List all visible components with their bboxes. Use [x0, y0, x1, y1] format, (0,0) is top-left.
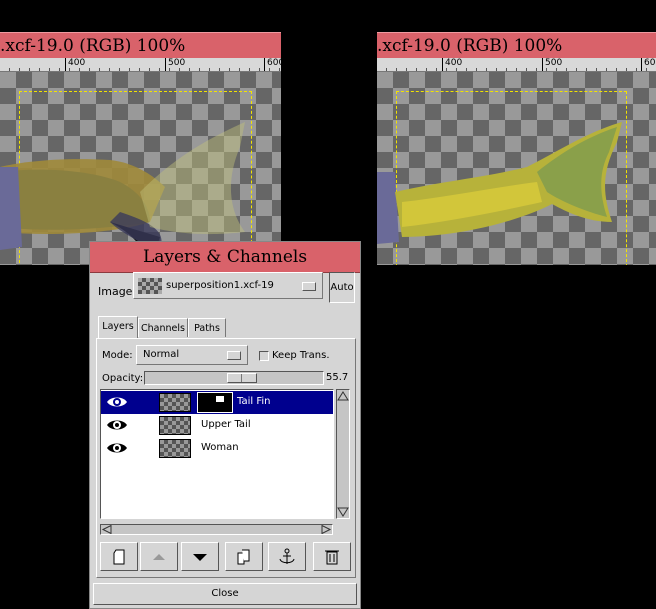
layer-list-horizontal-scrollbar[interactable] [100, 524, 333, 535]
ruler-tick-600: 600 [641, 58, 656, 71]
close-button[interactable]: Close [93, 583, 357, 605]
keep-trans-label: Keep Trans. [272, 350, 330, 361]
window-title-left: .xcf-19.0 (RGB) 100% [0, 32, 281, 58]
layer-list-vertical-scrollbar[interactable] [336, 389, 350, 519]
opacity-value: 55.7 [326, 372, 349, 383]
new-layer-button[interactable] [100, 542, 138, 571]
delete-layer-button[interactable] [313, 542, 351, 571]
image-select-value: superposition1.xcf-19 [166, 280, 274, 291]
scroll-arrows-icon [337, 391, 349, 517]
horizontal-ruler-left[interactable]: 400 500 600 [0, 58, 281, 72]
layer-row-upper-tail[interactable]: Upper Tail [101, 414, 333, 437]
opacity-slider[interactable] [144, 371, 324, 385]
eye-visibility-icon[interactable] [106, 441, 128, 455]
layer-thumbnail[interactable] [159, 439, 191, 458]
window-title-right: .xcf-19.0 (RGB) 100% [377, 32, 656, 58]
raise-layer-button[interactable] [140, 542, 178, 571]
tab-layers[interactable]: Layers [98, 316, 138, 338]
anchor-layer-button[interactable] [268, 542, 306, 571]
duplicate-layer-icon [237, 549, 250, 565]
dialog-title: Layers & Channels [90, 242, 360, 273]
eye-visibility-icon[interactable] [106, 395, 128, 409]
lower-layer-button[interactable] [181, 542, 219, 571]
delete-layer-icon [325, 550, 339, 565]
layer-row-woman[interactable]: Woman [101, 437, 333, 460]
opacity-label: Opacity: [102, 373, 144, 384]
image-window-left[interactable]: .xcf-19.0 (RGB) 100% 400 500 600 [0, 32, 281, 265]
horizontal-ruler-right[interactable]: 400 500 600 [377, 58, 656, 72]
ruler-tick-500: 500 [165, 58, 185, 71]
keep-trans-checkbox[interactable] [259, 351, 269, 361]
layer-name: Woman [201, 442, 239, 453]
layer-name: Tail Fin [237, 396, 271, 407]
layer-mask-thumbnail[interactable] [197, 392, 233, 413]
scroll-arrows-icon [101, 525, 332, 534]
option-menu-indicator-icon [227, 351, 241, 360]
layer-list[interactable]: Tail Fin Upper Tail Woman [100, 389, 334, 519]
image-select[interactable]: superposition1.xcf-19 [133, 272, 323, 299]
auto-button[interactable]: Auto [329, 272, 355, 303]
raise-layer-icon [153, 554, 165, 560]
fish-tail-image-left [0, 122, 245, 265]
tab-paths[interactable]: Paths [188, 318, 226, 337]
mode-label: Mode: [102, 350, 133, 361]
mode-select[interactable]: Normal [136, 345, 248, 365]
eye-visibility-icon[interactable] [106, 418, 128, 432]
layer-thumbnail[interactable] [159, 416, 191, 435]
ruler-tick-500: 500 [542, 58, 562, 71]
layer-thumbnail[interactable] [159, 393, 191, 412]
lower-layer-icon [193, 554, 207, 561]
ruler-tick-400: 400 [65, 58, 85, 71]
anchor-icon [279, 548, 295, 564]
image-window-right[interactable]: .xcf-19.0 (RGB) 100% 400 500 600 [377, 32, 656, 265]
layer-row-tail-fin[interactable]: Tail Fin [101, 391, 333, 414]
mode-select-value: Normal [143, 349, 180, 360]
layer-name: Upper Tail [201, 419, 251, 430]
image-label: Image: [98, 285, 137, 298]
mask-shape [216, 396, 224, 402]
duplicate-layer-button[interactable] [225, 542, 263, 571]
fish-tail-image-right [377, 122, 622, 244]
ruler-tick-400: 400 [442, 58, 462, 71]
new-layer-icon [113, 549, 125, 565]
opacity-slider-fill [145, 372, 227, 384]
image-thumbnail [138, 278, 162, 294]
tab-channels[interactable]: Channels [138, 318, 188, 337]
option-menu-indicator-icon [302, 282, 316, 291]
layers-channels-dialog: Layers & Channels Image: superposition1.… [89, 241, 361, 609]
ruler-tick-600: 600 [264, 58, 281, 71]
opacity-slider-handle[interactable] [227, 373, 257, 383]
